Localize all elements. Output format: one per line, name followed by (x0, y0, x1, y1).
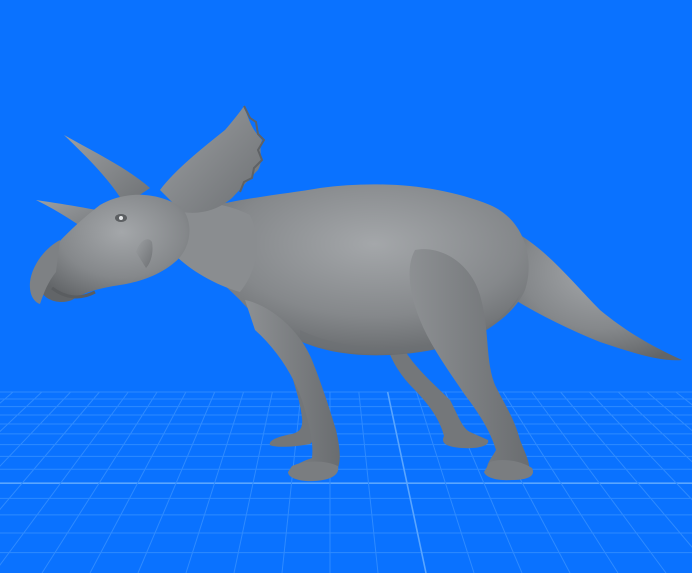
eye-highlight (119, 216, 123, 220)
viewport-canvas[interactable] (0, 0, 692, 573)
frill (160, 106, 262, 213)
tail (500, 225, 682, 361)
ground-grid (0, 391, 692, 573)
brow-horn-upper (64, 135, 150, 205)
near-fore-foot (288, 461, 339, 482)
3d-viewport[interactable] (0, 0, 692, 573)
triceratops-model[interactable] (29, 105, 682, 482)
